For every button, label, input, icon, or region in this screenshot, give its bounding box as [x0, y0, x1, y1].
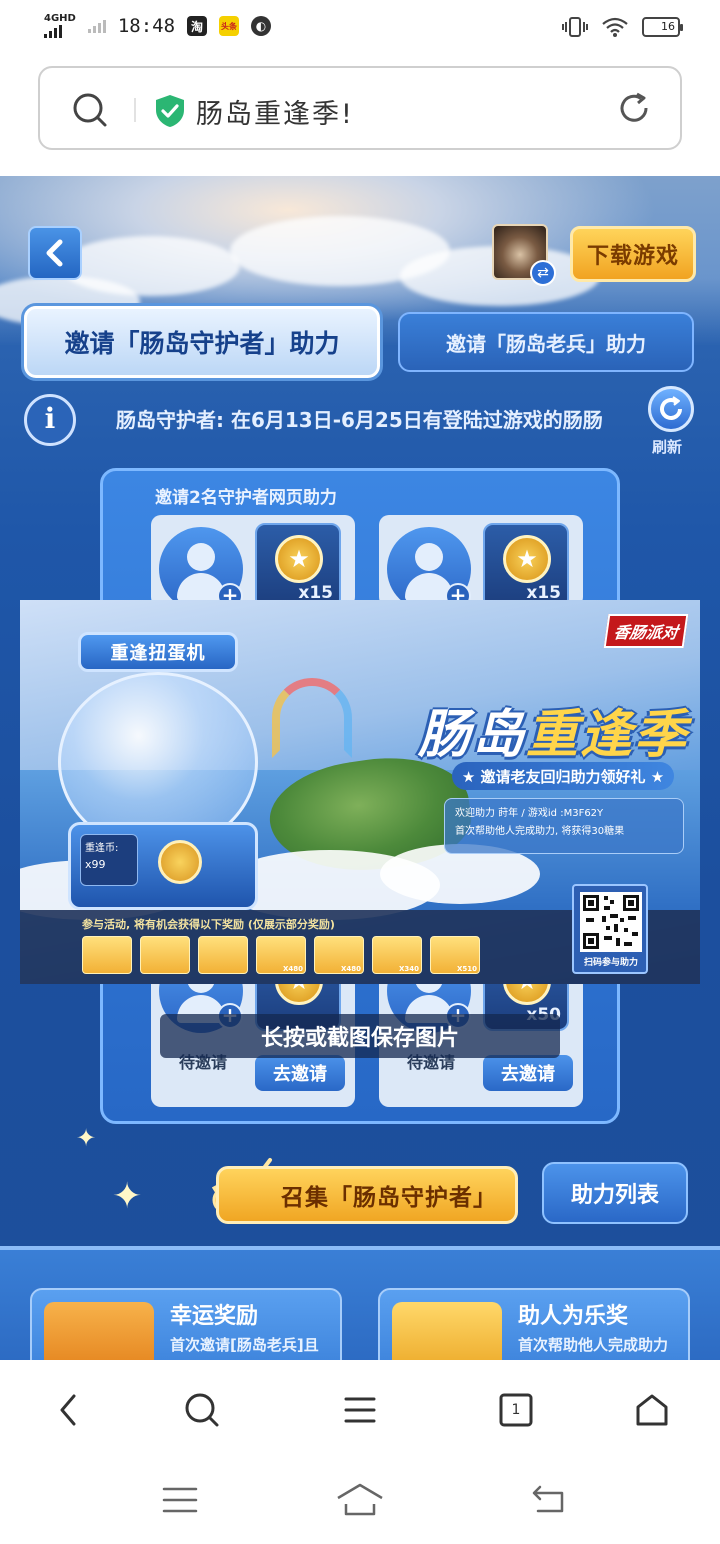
- game-logo: 香肠派对: [603, 614, 689, 648]
- reload-icon[interactable]: [616, 90, 652, 126]
- reward-item: X340: [372, 936, 422, 974]
- welcome-box: 欢迎助力 莳年 / 游戏id :M3F62Y 首次帮助他人完成助力, 将获得30…: [444, 798, 684, 854]
- welcome-line: 欢迎助力 莳年 / 游戏id :M3F62Y: [455, 808, 604, 819]
- reward-item: X510: [430, 936, 480, 974]
- reward-box: ★ x15: [483, 523, 569, 609]
- hotspot-icon: 头条: [219, 16, 240, 36]
- qr-code-icon: [580, 892, 642, 952]
- tab-count: 1: [511, 1402, 521, 1418]
- sparkle-icon: ✦: [76, 1124, 97, 1152]
- price-label: 重逢币:: [85, 843, 119, 854]
- status-bar: 4GHD 18:48 淘 头条 ◐ 16: [0, 0, 720, 56]
- gacha-machine-label: 重逢扭蛋机: [78, 632, 238, 672]
- home-icon: [636, 1394, 668, 1426]
- reward-item-count: X480: [340, 965, 361, 973]
- reward-item: [82, 936, 132, 974]
- reward-item: X480: [314, 936, 364, 974]
- go-invite-button[interactable]: 去邀请: [255, 1055, 345, 1091]
- download-game-button[interactable]: 下载游戏: [570, 226, 696, 282]
- star-coin-icon: ★: [275, 535, 323, 583]
- chevron-left-icon: [46, 239, 63, 267]
- reward-card-subtitle: 首次帮助他人完成助力: [518, 1336, 669, 1354]
- search-icon: [185, 1393, 219, 1427]
- lucky-reward-image: [44, 1302, 154, 1360]
- battery-level: 16: [661, 20, 675, 33]
- home-icon[interactable]: [336, 1482, 384, 1516]
- refresh-label: 刷新: [652, 438, 683, 456]
- refresh-button[interactable]: [648, 386, 694, 432]
- welcome-line: 首次帮助他人完成助力, 将获得30糖果: [455, 826, 625, 837]
- vibrate-icon: [562, 17, 588, 37]
- back-button[interactable]: [28, 226, 82, 280]
- wifi-icon: [602, 17, 628, 37]
- switch-account-icon[interactable]: ⇄: [530, 260, 556, 286]
- search-icon[interactable]: [72, 92, 108, 128]
- nav-back-button[interactable]: [48, 1390, 88, 1430]
- reward-card-title: 幸运奖励: [170, 1304, 259, 1329]
- guardian-description: 肠岛守护者: 在6月13日-6月25日有登陆过游戏的肠肠: [116, 408, 603, 432]
- nav-tabs-button[interactable]: 1: [496, 1390, 536, 1430]
- poster-reward-caption: 参与活动, 将有机会获得以下奖励 (仅展示部分奖励): [82, 918, 335, 931]
- assist-list-button[interactable]: 助力列表: [542, 1162, 688, 1224]
- secure-shield-icon: [156, 95, 184, 127]
- go-invite-button[interactable]: 去邀请: [483, 1055, 573, 1091]
- reward-card-title: 助人为乐奖: [518, 1304, 629, 1329]
- reward-item-count: X340: [398, 965, 419, 973]
- star-coin-icon: ★: [503, 535, 551, 583]
- reward-card-helper[interactable]: 助人为乐奖 首次帮助他人完成助力: [378, 1288, 690, 1360]
- signal-strength-icon: [44, 24, 76, 38]
- menu-icon: [344, 1397, 376, 1423]
- system-navigation-bar: [0, 1464, 720, 1544]
- event-title-part2: 重逢季: [526, 705, 689, 765]
- browser-toolbar: 1: [0, 1360, 720, 1464]
- battery-indicator: 16: [642, 17, 683, 37]
- clock: 18:48: [117, 15, 176, 37]
- reward-box: ★ x15: [255, 523, 341, 609]
- helper-reward-image: [392, 1302, 502, 1360]
- qr-code-box: 扫码参与助力: [572, 884, 648, 974]
- reward-item-count: X480: [282, 965, 303, 973]
- share-poster-image[interactable]: 重逢扭蛋机 重逢币: x99 香肠派对 肠岛重逢季 ★ 邀请老友回归助力领好礼 …: [20, 600, 700, 984]
- qr-caption: 扫码参与助力: [583, 958, 638, 968]
- nav-search-button[interactable]: [182, 1390, 222, 1430]
- address-divider: [134, 98, 136, 122]
- reward-item: [140, 936, 190, 974]
- invite-slot: + ★ x15: [151, 515, 355, 611]
- secondary-signal-icon: [87, 19, 106, 33]
- refresh-icon: [660, 396, 682, 420]
- price-value: x99: [85, 858, 106, 871]
- nav-menu-button[interactable]: [340, 1390, 380, 1430]
- network-type-label: 4GHD: [44, 13, 76, 24]
- event-subtitle: ★ 邀请老友回归助力领好礼 ★: [452, 762, 674, 790]
- compass-icon: ◐: [251, 16, 272, 36]
- page-title[interactable]: 肠岛重逢季!: [196, 92, 354, 131]
- sparkle-icon: ✦: [112, 1176, 143, 1217]
- invite-panel-title: 邀请2名守护者网页助力: [155, 488, 337, 508]
- save-image-hint: 长按或截图保存图片: [160, 1014, 560, 1058]
- network-indicator: 4GHD: [44, 14, 76, 38]
- tab-invite-guardian[interactable]: 邀请「肠岛守护者」助力: [24, 306, 380, 378]
- tab-invite-veteran[interactable]: 邀请「肠岛老兵」助力: [398, 312, 694, 372]
- event-title-part1: 肠岛: [418, 705, 527, 765]
- taobao-icon: 淘: [187, 16, 208, 36]
- reward-item: [198, 936, 248, 974]
- reward-item: X480: [256, 936, 306, 974]
- gacha-machine-graphic: 重逢扭蛋机 重逢币: x99: [58, 622, 268, 922]
- call-guardians-button[interactable]: 召集「肠岛守护者」: [216, 1166, 518, 1224]
- rainbow-graphic: [272, 678, 352, 758]
- event-title: 肠岛重逢季: [418, 692, 688, 767]
- invite-slot: + ★ x15: [379, 515, 583, 611]
- chevron-left-icon: [60, 1394, 76, 1426]
- reward-item-count: X510: [456, 965, 477, 973]
- gacha-price-panel: 重逢币: x99: [80, 834, 138, 886]
- reward-card-subtitle: 首次邀请[肠岛老兵]且: [170, 1336, 319, 1354]
- back-arrow-icon[interactable]: [530, 1484, 566, 1514]
- address-bar[interactable]: 肠岛重逢季!: [38, 66, 682, 150]
- gacha-knob-icon: [158, 840, 202, 884]
- nav-home-button[interactable]: [632, 1390, 672, 1430]
- info-icon[interactable]: i: [24, 394, 76, 446]
- recent-apps-icon[interactable]: [162, 1486, 198, 1514]
- reward-card-lucky[interactable]: 幸运奖励 首次邀请[肠岛老兵]且: [30, 1288, 342, 1360]
